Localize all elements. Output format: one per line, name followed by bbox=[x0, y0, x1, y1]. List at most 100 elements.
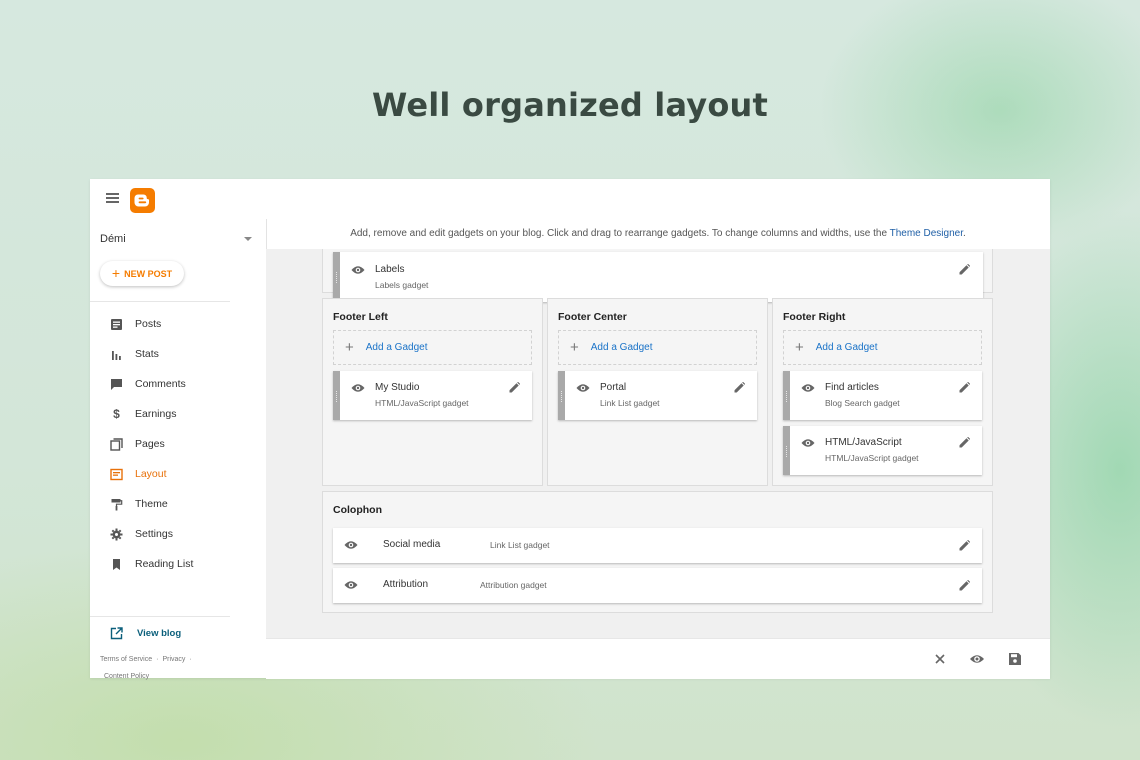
section-colophon: Colophon Social media Link List gadget A… bbox=[322, 491, 993, 613]
gadget-type: Labels gadget bbox=[375, 280, 429, 290]
drag-handle[interactable] bbox=[783, 426, 790, 475]
plus-icon: + bbox=[570, 338, 579, 356]
section-title: Footer Center bbox=[558, 311, 627, 323]
add-gadget-label: Add a Gadget bbox=[590, 342, 653, 353]
sidebar-item-stats[interactable]: Stats bbox=[90, 339, 266, 369]
sidebar-item-theme[interactable]: Theme bbox=[90, 489, 266, 519]
sidebar-item-label: Layout bbox=[135, 468, 167, 480]
view-blog-label: View blog bbox=[137, 627, 182, 639]
section-top: Labels Labels gadget bbox=[322, 249, 993, 302]
eye-icon[interactable] bbox=[351, 383, 365, 393]
gadget-labels[interactable]: Labels Labels gadget bbox=[333, 252, 983, 302]
eye-icon[interactable] bbox=[801, 383, 815, 393]
paint-roller-icon bbox=[110, 498, 123, 511]
new-post-label: NEW POST bbox=[124, 268, 173, 279]
gadget-name: Social media bbox=[383, 539, 441, 550]
blogger-logo-icon[interactable] bbox=[130, 188, 155, 213]
gadget-find-articles[interactable]: Find articles Blog Search gadget bbox=[783, 371, 982, 420]
eye-icon[interactable] bbox=[344, 540, 358, 550]
drag-handle[interactable] bbox=[333, 371, 340, 420]
gadget-name: Portal bbox=[600, 382, 627, 393]
gadget-type: Link List gadget bbox=[600, 398, 660, 408]
sidebar-item-comments[interactable]: Comments bbox=[90, 369, 266, 399]
top-bar bbox=[90, 179, 1050, 219]
save-icon[interactable] bbox=[1007, 651, 1023, 667]
edit-pencil-icon[interactable] bbox=[734, 382, 745, 393]
divider bbox=[90, 301, 230, 302]
theme-designer-link[interactable]: Theme Designer bbox=[890, 228, 963, 239]
gadget-type: Attribution gadget bbox=[480, 580, 547, 590]
gadget-name: HTML/JavaScript bbox=[825, 437, 902, 448]
privacy-link[interactable]: Privacy bbox=[162, 656, 185, 663]
sidebar-item-layout[interactable]: Layout bbox=[90, 459, 266, 489]
edit-pencil-icon[interactable] bbox=[959, 540, 970, 551]
plus-icon: + bbox=[111, 265, 121, 281]
sidebar-item-label: Stats bbox=[135, 348, 159, 360]
section-title: Colophon bbox=[333, 504, 382, 516]
sidebar-item-label: Posts bbox=[135, 318, 162, 330]
gadget-name: My Studio bbox=[375, 382, 420, 393]
dollar-icon: $ bbox=[113, 407, 120, 421]
terms-link[interactable]: Terms of Service bbox=[100, 656, 152, 663]
gadget-attribution[interactable]: Attribution Attribution gadget bbox=[333, 568, 982, 603]
gadget-my-studio[interactable]: My Studio HTML/JavaScript gadget bbox=[333, 371, 532, 420]
layout-canvas: Labels Labels gadget Footer Left + Add a… bbox=[266, 249, 1050, 638]
add-gadget-label: Add a Gadget bbox=[815, 342, 878, 353]
plus-icon: + bbox=[795, 338, 804, 356]
bookmark-icon bbox=[110, 558, 123, 571]
close-icon[interactable] bbox=[932, 651, 948, 667]
gadget-social-media[interactable]: Social media Link List gadget bbox=[333, 528, 982, 563]
view-blog-link[interactable]: View blog bbox=[110, 626, 181, 640]
sidebar: Démi + NEW POST Posts Stats Comments $ E… bbox=[90, 219, 267, 680]
content-policy-link[interactable]: Content Policy bbox=[104, 673, 149, 680]
posts-icon bbox=[110, 318, 123, 331]
menu-icon[interactable] bbox=[106, 193, 119, 203]
blog-selector[interactable]: Démi bbox=[100, 233, 252, 249]
info-bar: Add, remove and edit gadgets on your blo… bbox=[266, 219, 1050, 249]
drag-handle[interactable] bbox=[333, 252, 340, 302]
info-text: Add, remove and edit gadgets on your blo… bbox=[350, 228, 890, 239]
gadget-name: Find articles bbox=[825, 382, 879, 393]
sidebar-item-posts[interactable]: Posts bbox=[90, 309, 266, 339]
sidebar-item-label: Pages bbox=[135, 438, 165, 450]
blog-name: Démi bbox=[100, 233, 126, 245]
gadget-portal[interactable]: Portal Link List gadget bbox=[558, 371, 757, 420]
eye-icon[interactable] bbox=[801, 438, 815, 448]
sidebar-item-reading-list[interactable]: Reading List bbox=[90, 549, 266, 579]
add-gadget-button[interactable]: + Add a Gadget bbox=[558, 330, 757, 365]
eye-icon[interactable] bbox=[344, 580, 358, 590]
divider bbox=[90, 616, 230, 617]
plus-icon: + bbox=[345, 338, 354, 356]
section-title: Footer Left bbox=[333, 311, 388, 323]
edit-pencil-icon[interactable] bbox=[509, 382, 520, 393]
new-post-button[interactable]: + NEW POST bbox=[100, 261, 184, 286]
sidebar-item-settings[interactable]: Settings bbox=[90, 519, 266, 549]
add-gadget-button[interactable]: + Add a Gadget bbox=[783, 330, 982, 365]
separator: · bbox=[189, 656, 192, 663]
gadget-type: Link List gadget bbox=[490, 540, 550, 550]
layout-icon bbox=[110, 468, 123, 481]
gear-icon bbox=[110, 528, 123, 541]
headline: Well organized layout bbox=[371, 86, 769, 124]
stats-icon bbox=[110, 348, 123, 361]
sidebar-item-pages[interactable]: Pages bbox=[90, 429, 266, 459]
preview-eye-icon[interactable] bbox=[969, 651, 985, 667]
edit-pencil-icon[interactable] bbox=[959, 580, 970, 591]
edit-pencil-icon[interactable] bbox=[959, 437, 970, 448]
add-gadget-button[interactable]: + Add a Gadget bbox=[333, 330, 532, 365]
eye-icon[interactable] bbox=[576, 383, 590, 393]
section-footer-center: Footer Center + Add a Gadget Portal Link… bbox=[547, 298, 768, 486]
eye-icon[interactable] bbox=[351, 265, 365, 275]
gadget-html-javascript[interactable]: HTML/JavaScript HTML/JavaScript gadget bbox=[783, 426, 982, 475]
info-suffix: . bbox=[963, 228, 966, 239]
pages-icon bbox=[110, 437, 123, 451]
sidebar-nav: Posts Stats Comments $ Earnings Pages La… bbox=[90, 309, 266, 579]
sidebar-item-earnings[interactable]: $ Earnings bbox=[90, 399, 266, 429]
edit-pencil-icon[interactable] bbox=[959, 382, 970, 393]
drag-handle[interactable] bbox=[783, 371, 790, 420]
section-footer-right: Footer Right + Add a Gadget Find article… bbox=[772, 298, 993, 486]
sidebar-item-label: Theme bbox=[135, 498, 168, 510]
drag-handle[interactable] bbox=[558, 371, 565, 420]
bottom-action-bar bbox=[266, 638, 1050, 679]
edit-pencil-icon[interactable] bbox=[959, 264, 970, 275]
